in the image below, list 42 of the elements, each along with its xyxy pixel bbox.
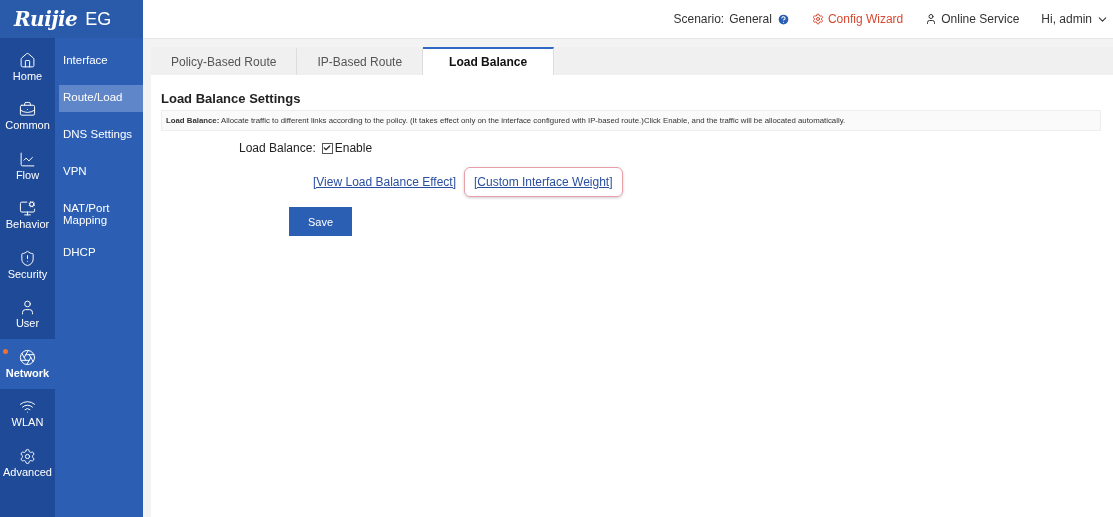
shield-icon [19,249,36,267]
monitor-icon [19,200,36,218]
nav-item[interactable]: WLAN [0,388,55,438]
user-icon [19,299,36,317]
submenu-item[interactable]: NAT/Port Mapping [59,196,143,232]
link[interactable]: [View Load Balance Effect] [313,175,456,189]
tab[interactable]: Load Balance [423,47,555,75]
link[interactable]: [Custom Interface Weight] [464,167,623,197]
nav-item[interactable]: Home [0,42,55,92]
settings-icon [19,447,36,465]
nav-item[interactable]: Common [0,91,55,141]
user-menu[interactable]: Hi, admin [1041,12,1109,26]
submenu-item[interactable]: DHCP [59,240,143,267]
nav-item[interactable]: User [0,289,55,339]
field-label: Load Balance: [239,141,316,155]
product-name: EG [85,8,112,30]
nav-item[interactable]: Network [0,339,55,389]
scenario-label: Scenario: [673,12,725,26]
checkbox-label: Enable [334,141,373,155]
online-service-link[interactable]: Online Service [925,12,1020,26]
nav-item[interactable]: Advanced [0,438,55,488]
submenu-item[interactable]: DNS Settings [59,122,143,149]
briefcase-icon [19,101,36,119]
submenu-item[interactable]: Route/Load [59,85,143,112]
save-button[interactable]: Save [289,207,352,236]
gear-icon [811,13,824,25]
scenario-value: General [729,12,772,26]
aperture-icon [19,348,36,366]
nav-item[interactable]: Security [0,240,55,290]
submenu-item[interactable]: VPN [59,159,143,186]
config-wizard-link[interactable]: Config Wizard [811,12,904,26]
wifi-icon [19,398,36,416]
enable-checkbox[interactable] [321,142,333,154]
user-icon [925,13,938,25]
chart-icon [19,150,36,168]
nav-item[interactable]: Flow [0,141,55,191]
home-icon [19,51,36,69]
nav-item[interactable]: Behavior [0,190,55,240]
section-title: Load Balance Settings [161,91,302,106]
help-icon[interactable] [776,12,790,26]
brand-logo: Ruijie [14,7,78,31]
submenu-item[interactable]: Interface [59,48,143,75]
